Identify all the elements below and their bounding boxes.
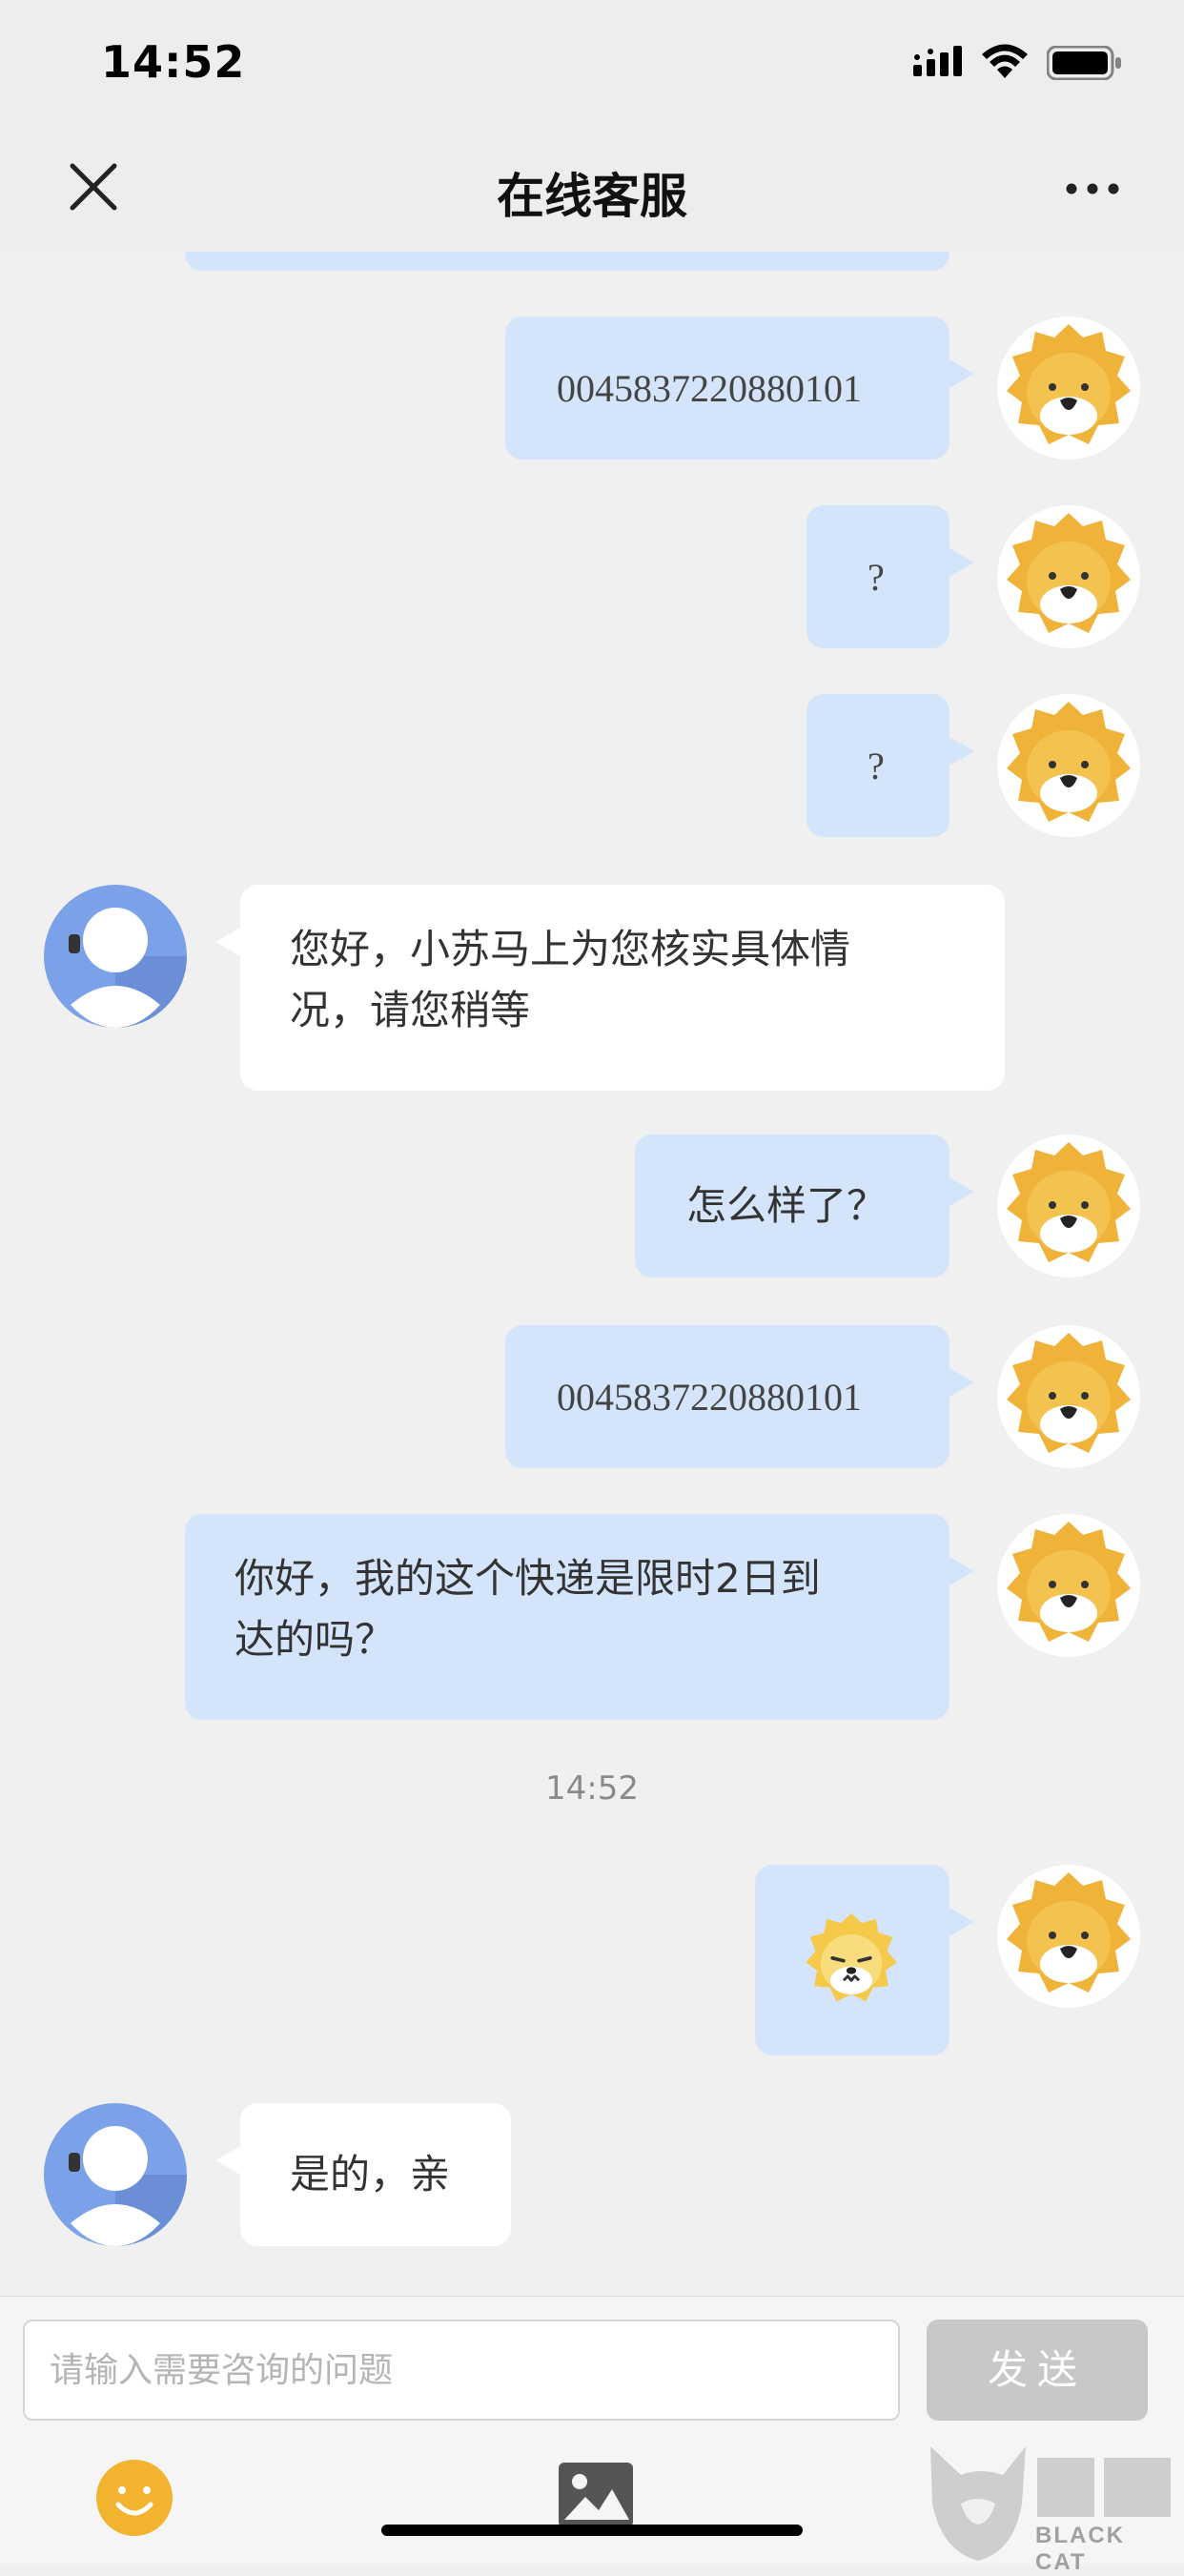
wifi-icon <box>982 44 1028 78</box>
user-avatar-lion-icon[interactable] <box>997 1514 1140 1657</box>
more-options-icon[interactable] <box>1066 183 1119 194</box>
message-bubble: 0045837220880101 <box>505 317 974 460</box>
emoji-icon[interactable] <box>95 2459 174 2537</box>
message-bubble: 是的，亲 <box>215 2103 511 2246</box>
message-timestamp: 14:52 <box>545 1769 639 1808</box>
user-avatar-lion-icon[interactable] <box>997 1325 1140 1468</box>
message-bubble: 你好，我的这个快递是限时2日到 达的吗？ <box>185 1514 974 1720</box>
message-bubble: 您好，小苏马上为您核实具体情 况，请您稍等 <box>215 885 1005 1091</box>
sticker-bubble[interactable] <box>755 1865 974 2055</box>
message-bubble: 怎么样了？ <box>635 1135 974 1278</box>
message-text-line: 你好，我的这个快递是限时2日到 <box>235 1555 821 1602</box>
message-text: 0045837220880101 <box>557 1376 862 1419</box>
user-avatar-lion-icon[interactable] <box>997 317 1140 460</box>
message-text: ? <box>868 745 885 787</box>
message-text-line: 况，请您稍等 <box>290 987 531 1033</box>
user-avatar-lion-icon[interactable] <box>997 694 1140 837</box>
message-bubble: ? <box>806 694 974 837</box>
message-input[interactable] <box>23 2320 900 2421</box>
message-text: 0045837220880101 <box>557 367 862 410</box>
status-bar: 14:52 <box>0 0 1184 130</box>
chat-message-list[interactable]: 0045837220880101 ? ? 您好，小苏马上为您核实具体情 况，请您… <box>0 252 1184 2296</box>
message-bubble: 0045837220880101 <box>505 1325 974 1468</box>
agent-avatar-icon[interactable] <box>44 885 187 1028</box>
message-text-line: 达的吗？ <box>235 1616 396 1663</box>
agent-avatar-icon[interactable] <box>44 2103 187 2246</box>
user-avatar-lion-icon[interactable] <box>997 1135 1140 1278</box>
home-indicator[interactable] <box>381 2525 803 2536</box>
navigation-header: 在线客服 <box>0 130 1184 252</box>
message-text: ? <box>868 556 885 599</box>
page-title: 在线客服 <box>497 169 687 224</box>
battery-icon <box>1047 46 1121 80</box>
message-bubble-partial <box>185 252 949 271</box>
watermark-text: BLACK CAT <box>1035 2523 1125 2575</box>
message-text-line: 您好，小苏马上为您核实具体情 <box>290 926 851 972</box>
image-upload-icon[interactable] <box>557 2461 635 2529</box>
signal-icon <box>913 46 962 76</box>
user-avatar-lion-icon[interactable] <box>997 1865 1140 2008</box>
message-bubble: ? <box>806 505 974 648</box>
message-text: 是的，亲 <box>290 2151 451 2198</box>
user-avatar-lion-icon[interactable] <box>997 505 1140 648</box>
lion-sticker-icon <box>806 1912 897 2002</box>
send-button[interactable]: 发送 <box>927 2320 1148 2421</box>
message-text: 怎么样了？ <box>686 1182 888 1229</box>
status-time: 14:52 <box>101 36 246 88</box>
